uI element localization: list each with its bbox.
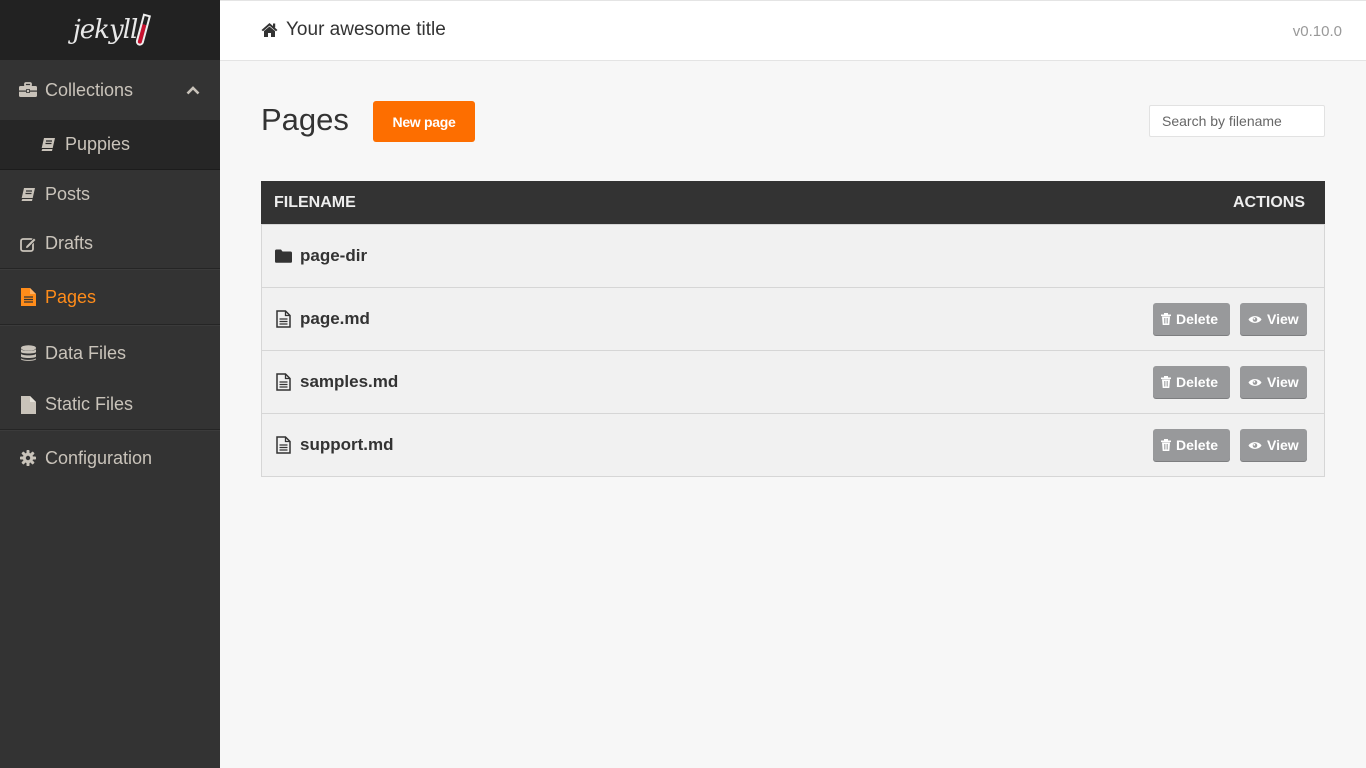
sidebar-item-pages[interactable]: Pages [0,270,220,324]
briefcase-icon [19,81,37,99]
sidebar-item-label: Collections [45,79,134,100]
book-icon [39,136,57,154]
jekyll-logo[interactable]: jekyll [0,0,220,60]
table-row: support.md Delete View [262,413,1324,476]
view-label: View [1267,374,1299,390]
gear-icon [19,449,37,467]
edit-icon [19,235,37,253]
sidebar-item-label: Drafts [45,233,94,253]
row-actions: Delete View [1153,303,1307,335]
file-text-icon [274,310,292,328]
eye-icon [1248,315,1262,323]
file-text-icon [274,436,292,454]
sidebar-item-label: Configuration [45,447,153,468]
chevron-up-icon[interactable] [186,80,200,101]
view-label: View [1267,437,1299,453]
sidebar-item-label: Pages [45,286,97,307]
column-header-actions: ACTIONS [1233,193,1305,211]
sidebar-item-label: Static Files [45,394,134,414]
view-button[interactable]: View [1240,366,1307,398]
row-actions: Delete View [1153,429,1307,461]
delete-label: Delete [1176,311,1219,327]
version-label: v0.10.0 [1292,23,1342,40]
table-row: page-dir [262,224,1324,287]
database-icon [19,344,37,362]
file-text-icon [274,373,292,391]
sidebar-item-label: Data Files [45,342,127,363]
view-label: View [1267,311,1299,327]
file-icon [19,395,37,414]
home-icon[interactable] [261,22,278,42]
sidebar-item-posts[interactable]: Posts [0,170,220,219]
top-header: Your awesome title v0.10.0 [220,0,1366,61]
row-actions: Delete View [1153,366,1307,398]
test-tube-icon [135,13,152,47]
view-button[interactable]: View [1240,303,1307,335]
filename: samples.md [300,372,399,391]
filename: page.md [300,309,370,328]
delete-button[interactable]: Delete [1153,303,1230,335]
page-title: Pages [261,102,349,137]
sidebar: jekyll Collections Puppies Posts Drafts [0,0,220,768]
directory-link[interactable]: page-dir [274,246,367,266]
delete-button[interactable]: Delete [1153,429,1230,461]
sidebar-item-static-files[interactable]: Static Files [0,380,220,429]
filename: support.md [300,435,394,454]
delete-button[interactable]: Delete [1153,366,1230,398]
search-input[interactable] [1149,105,1325,137]
file-link[interactable]: samples.md [274,372,398,392]
new-page-button[interactable]: New page [373,101,475,142]
eye-icon [1248,441,1262,449]
sidebar-item-puppies[interactable]: Puppies [0,120,220,170]
trash-icon [1161,313,1171,325]
sidebar-item-drafts[interactable]: Drafts [0,219,220,268]
delete-label: Delete [1176,437,1219,453]
logo-text: jekyll [72,15,139,45]
sidebar-item-configuration[interactable]: Configuration [0,431,220,485]
sidebar-item-label: Posts [45,184,91,204]
sidebar-item-collections[interactable]: Collections [0,60,220,120]
pages-table: FILENAME ACTIONS page-dir page.md Delete… [261,181,1325,477]
folder-icon [274,247,292,265]
sidebar-item-data-files[interactable]: Data Files [0,326,220,380]
delete-label: Delete [1176,374,1219,390]
file-link[interactable]: page.md [274,309,370,329]
site-title[interactable]: Your awesome title [286,19,446,41]
file-link[interactable]: support.md [274,435,394,455]
table-row: samples.md Delete View [262,350,1324,413]
view-button[interactable]: View [1240,429,1307,461]
column-header-filename: FILENAME [274,193,356,211]
book-icon [19,186,37,204]
sidebar-item-label: Puppies [65,134,131,154]
table-row: page.md Delete View [262,287,1324,350]
trash-icon [1161,376,1171,388]
filename: page-dir [300,246,368,265]
eye-icon [1248,378,1262,386]
table-header: FILENAME ACTIONS [261,181,1325,224]
trash-icon [1161,439,1171,451]
file-text-icon [19,288,37,306]
